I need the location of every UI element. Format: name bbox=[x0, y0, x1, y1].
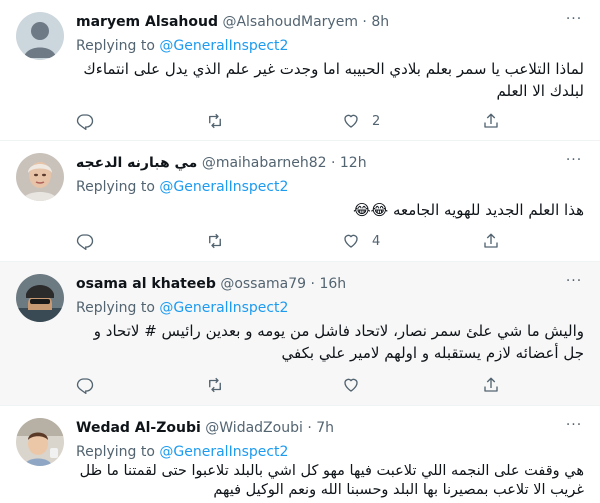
display-name[interactable]: osama al khateeb bbox=[76, 276, 216, 292]
replying-label: Replying to bbox=[76, 300, 155, 316]
tweet[interactable]: maryem Alsahoud @AlsahoudMaryem · 8h ···… bbox=[0, 0, 600, 141]
heart-icon bbox=[344, 114, 358, 128]
replying-label: Replying to bbox=[76, 38, 155, 54]
tweet[interactable]: مي هبارنه الدعجه @maihabarneh82 · 12h ··… bbox=[0, 141, 600, 262]
tweet-actions: 2 bbox=[76, 111, 516, 131]
tweet-text: هي وقفت على النجمه اللي تلاعبت فيها مهو … bbox=[79, 463, 584, 498]
like-button[interactable]: 4 bbox=[342, 231, 380, 251]
timestamp[interactable]: 16h bbox=[319, 276, 346, 292]
reply-icon bbox=[76, 378, 94, 394]
separator-dot: · bbox=[310, 276, 315, 292]
default-avatar-icon bbox=[16, 12, 64, 60]
retweet-icon bbox=[209, 113, 221, 129]
retweet-button[interactable] bbox=[206, 375, 236, 395]
share-button[interactable] bbox=[482, 111, 500, 131]
more-options-icon[interactable]: ··· bbox=[564, 153, 584, 173]
tweet-header: maryem Alsahoud @AlsahoudMaryem · 8h bbox=[76, 12, 584, 32]
share-icon bbox=[484, 113, 498, 128]
like-button[interactable] bbox=[342, 375, 372, 395]
retweet-button[interactable] bbox=[206, 231, 236, 251]
replying-to: Replying to @GeneralInspect2 bbox=[76, 442, 288, 462]
replying-mention-link[interactable]: @GeneralInspect2 bbox=[159, 444, 288, 460]
share-button[interactable] bbox=[482, 375, 500, 395]
replying-label: Replying to bbox=[76, 444, 155, 460]
replying-to: Replying to @GeneralInspect2 bbox=[76, 177, 288, 197]
separator-dot: · bbox=[362, 14, 367, 30]
avatar[interactable] bbox=[16, 274, 64, 322]
like-count: 4 bbox=[372, 233, 381, 249]
heart-icon bbox=[344, 234, 358, 248]
replying-mention-link[interactable]: @GeneralInspect2 bbox=[159, 179, 288, 195]
tweet-text: هذا العلم الجديد للهويه الجامعه 😂😂 bbox=[353, 201, 584, 219]
timestamp[interactable]: 7h bbox=[316, 420, 334, 436]
replying-label: Replying to bbox=[76, 179, 155, 195]
timestamp[interactable]: 8h bbox=[371, 14, 389, 30]
avatar[interactable] bbox=[16, 12, 64, 60]
share-button[interactable] bbox=[482, 231, 500, 251]
reply-button[interactable] bbox=[76, 375, 106, 395]
user-handle[interactable]: @WidadZoubi bbox=[205, 420, 303, 436]
separator-dot: · bbox=[307, 420, 312, 436]
separator-dot: · bbox=[330, 155, 336, 171]
like-button[interactable]: 2 bbox=[342, 111, 380, 131]
user-handle[interactable]: @ossama79 bbox=[220, 276, 306, 292]
reply-icon bbox=[76, 234, 94, 250]
more-options-icon[interactable]: ··· bbox=[564, 274, 584, 294]
avatar[interactable] bbox=[16, 153, 64, 201]
retweet-icon bbox=[209, 233, 221, 249]
tweet-actions: 4 bbox=[76, 231, 516, 251]
retweet-button[interactable] bbox=[206, 111, 236, 131]
replying-mention-link[interactable]: @GeneralInspect2 bbox=[159, 300, 288, 316]
tweet-header: osama al khateeb @ossama79 · 16h bbox=[76, 274, 584, 294]
tweet-actions bbox=[76, 375, 516, 395]
tweet-header: Wedad Al-Zoubi @WidadZoubi · 7h bbox=[76, 418, 584, 438]
more-options-icon[interactable]: ··· bbox=[564, 418, 584, 438]
more-options-icon[interactable]: ··· bbox=[564, 12, 584, 32]
retweet-icon bbox=[209, 377, 221, 393]
user-photo-avatar bbox=[16, 418, 64, 466]
display-name[interactable]: Wedad Al-Zoubi bbox=[76, 420, 201, 436]
share-icon bbox=[484, 377, 498, 392]
tweet[interactable]: Wedad Al-Zoubi @WidadZoubi · 7h ··· Repl… bbox=[0, 406, 600, 503]
replying-to: Replying to @GeneralInspect2 bbox=[76, 298, 288, 318]
tweet[interactable]: osama al khateeb @ossama79 · 16h ··· Rep… bbox=[0, 262, 600, 406]
like-count: 2 bbox=[372, 113, 381, 129]
reply-button[interactable] bbox=[76, 111, 106, 131]
tweet-text: لماذا التلاعب يا سمر بعلم بلادي الحبيبه … bbox=[83, 60, 584, 100]
reply-icon bbox=[76, 114, 94, 130]
reply-button[interactable] bbox=[76, 231, 106, 251]
user-photo-avatar bbox=[16, 153, 64, 201]
user-photo-avatar bbox=[16, 274, 64, 322]
user-handle[interactable]: @maihabarneh82 bbox=[202, 155, 327, 171]
avatar[interactable] bbox=[16, 418, 64, 466]
display-name[interactable]: مي هبارنه الدعجه bbox=[76, 155, 197, 171]
timestamp[interactable]: 12h bbox=[340, 155, 367, 171]
share-icon bbox=[484, 233, 498, 248]
user-handle[interactable]: @AlsahoudMaryem bbox=[222, 14, 358, 30]
reply-feed: maryem Alsahoud @AlsahoudMaryem · 8h ···… bbox=[0, 0, 600, 503]
tweet-header: مي هبارنه الدعجه @maihabarneh82 · 12h bbox=[76, 153, 584, 173]
display-name[interactable]: maryem Alsahoud bbox=[76, 14, 218, 30]
replying-to: Replying to @GeneralInspect2 bbox=[76, 36, 288, 56]
replying-mention-link[interactable]: @GeneralInspect2 bbox=[159, 38, 288, 54]
tweet-text: واليش ما شي علئ سمر نصار، لاتحاد فاشل من… bbox=[93, 322, 584, 362]
heart-icon bbox=[344, 378, 358, 392]
